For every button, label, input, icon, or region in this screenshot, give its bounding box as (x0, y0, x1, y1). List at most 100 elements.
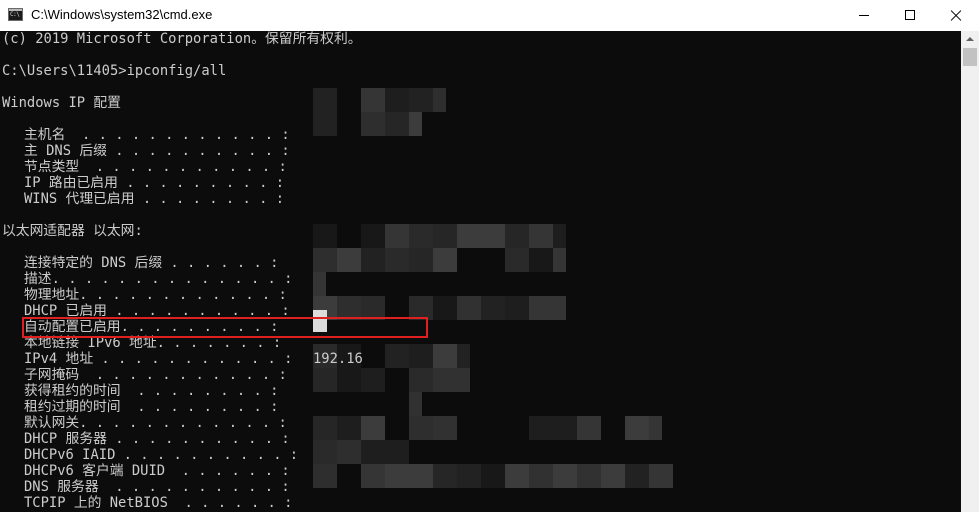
minimize-button[interactable] (841, 0, 887, 31)
adapter-row-dhcpv6-iaid: DHCPv6 IAID . . . . . . . . . . : (24, 447, 299, 463)
redaction-block (361, 368, 385, 392)
adapter-row-ipv4: IPv4 地址 . . . . . . . . . . . : (24, 351, 293, 367)
redaction-block (313, 440, 337, 464)
adapter-row-netbios: TCPIP 上的 NetBIOS . . . . . . : (24, 495, 293, 511)
redaction-block (553, 248, 566, 272)
redaction-block (529, 248, 553, 272)
redaction-block (337, 440, 361, 464)
redaction-block (361, 224, 385, 248)
scroll-up-arrow-icon[interactable] (961, 31, 979, 48)
redaction-block (361, 88, 385, 112)
redaction-block (529, 224, 553, 248)
redaction-block (337, 368, 361, 392)
redaction-block (433, 296, 457, 320)
redaction-block (457, 368, 470, 392)
redaction-block (505, 248, 529, 272)
redaction-block (361, 464, 385, 488)
redaction-block (385, 224, 409, 248)
redaction-block (409, 416, 433, 440)
redaction-block (385, 464, 409, 488)
redaction-block (649, 464, 673, 488)
cmd-app-icon[interactable] (8, 8, 23, 21)
adapter-row-physical-address: 物理地址. . . . . . . . . . . . : (24, 287, 287, 303)
redaction-block (505, 296, 529, 320)
redaction-block (313, 416, 337, 440)
redaction-block (625, 416, 649, 440)
redaction-block (481, 296, 505, 320)
vertical-scrollbar[interactable] (961, 31, 979, 512)
redaction-block (433, 88, 446, 112)
redaction-block (505, 464, 529, 488)
adapter-row-dns-servers: DNS 服务器 . . . . . . . . . . : (24, 479, 290, 495)
adapter-row-subnet-mask: 子网掩码 . . . . . . . . . . . : (24, 367, 287, 383)
redaction-block (577, 464, 601, 488)
scrollbar-thumb[interactable] (963, 48, 977, 66)
close-button[interactable] (933, 0, 979, 31)
command-prompt-line: C:\Users\11405>ipconfig/all (2, 63, 227, 79)
redaction-block (313, 112, 337, 136)
redaction-block (457, 464, 481, 488)
redaction-block (385, 112, 409, 136)
redaction-block (433, 224, 457, 248)
adapter-row-dhcp-server: DHCP 服务器 . . . . . . . . . . : (24, 431, 290, 447)
redaction-block (409, 344, 433, 368)
adapter-row-lease-obtained: 获得租约的时间 . . . . . . . . : (24, 383, 279, 399)
adapter-row-lease-expires: 租约过期的时间 . . . . . . . . : (24, 399, 279, 415)
redaction-block (313, 224, 337, 248)
redaction-block (553, 224, 566, 248)
redaction-block (433, 344, 457, 368)
ipv4-highlight-box (22, 317, 428, 338)
config-row-hostname: 主机名 . . . . . . . . . . . . : (24, 127, 290, 143)
redaction-block (385, 440, 409, 464)
redaction-block (529, 464, 553, 488)
redaction-block (361, 248, 385, 272)
config-row-ip-routing: IP 路由已启用 . . . . . . . . . : (24, 175, 285, 191)
redaction-block (313, 368, 337, 392)
redaction-block (409, 248, 433, 272)
redaction-block (433, 248, 457, 272)
maximize-button[interactable] (887, 0, 933, 31)
title-bar[interactable]: C:\Windows\system32\cmd.exe (0, 0, 979, 32)
console-output[interactable]: (c) 2019 Microsoft Corporation。保留所有权利。 C… (0, 31, 961, 512)
adapter-row-dhcpv6-duid: DHCPv6 客户端 DUID . . . . . . : (24, 463, 290, 479)
redaction-block (361, 112, 385, 136)
redaction-block (553, 416, 577, 440)
redaction-block (529, 296, 553, 320)
redaction-block (313, 464, 337, 488)
redaction-block (457, 296, 481, 320)
redaction-block (385, 88, 409, 112)
redaction-block (433, 464, 457, 488)
redaction-block (457, 344, 470, 368)
redaction-block (553, 296, 566, 320)
config-row-primary-dns-suffix: 主 DNS 后缀 . . . . . . . . . . : (24, 143, 290, 159)
redaction-block (481, 464, 505, 488)
redaction-block (553, 464, 577, 488)
redaction-block (361, 440, 385, 464)
redaction-block (313, 248, 337, 272)
redaction-block (433, 416, 457, 440)
redaction-block (409, 464, 433, 488)
redaction-block (337, 248, 361, 272)
redaction-block (409, 368, 433, 392)
redaction-block (409, 88, 433, 112)
adapter-row-description: 描述. . . . . . . . . . . . . . : (24, 271, 293, 287)
redaction-block (361, 416, 385, 440)
redaction-block (529, 416, 553, 440)
redaction-block (409, 392, 422, 416)
adapter-row-default-gateway: 默认网关. . . . . . . . . . . . : (24, 415, 287, 431)
redaction-block (313, 88, 337, 112)
redaction-block (505, 224, 529, 248)
config-row-node-type: 节点类型 . . . . . . . . . . . : (24, 159, 287, 175)
redaction-block (601, 464, 625, 488)
redaction-block (313, 272, 326, 296)
redaction-block (385, 248, 409, 272)
config-row-wins-proxy: WINS 代理已启用 . . . . . . . . : (24, 191, 285, 207)
redaction-block (481, 224, 505, 248)
copyright-line: (c) 2019 Microsoft Corporation。保留所有权利。 (2, 31, 362, 47)
cmd-window: C:\Windows\system32\cmd.exe (c) 2019 Mic… (0, 0, 979, 512)
ipv4-value: 192.16 (313, 351, 363, 367)
redaction-block (433, 368, 457, 392)
adapter-row-dns-suffix: 连接特定的 DNS 后缀 . . . . . . : (24, 255, 279, 271)
redaction-block (337, 416, 361, 440)
ip-config-header: Windows IP 配置 (2, 95, 121, 111)
